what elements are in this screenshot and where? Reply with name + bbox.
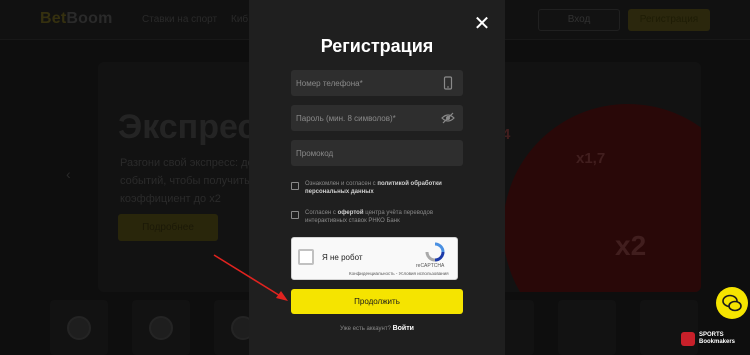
watermark-logo-icon	[681, 332, 695, 346]
annotation-arrow	[213, 254, 288, 301]
chat-icon	[722, 294, 742, 312]
watermark-text: SPORTS Bookmakers	[699, 332, 736, 345]
page: BetBoom Ставки на спорт Киб Вход Регистр…	[0, 0, 750, 355]
chat-button[interactable]	[716, 287, 748, 319]
